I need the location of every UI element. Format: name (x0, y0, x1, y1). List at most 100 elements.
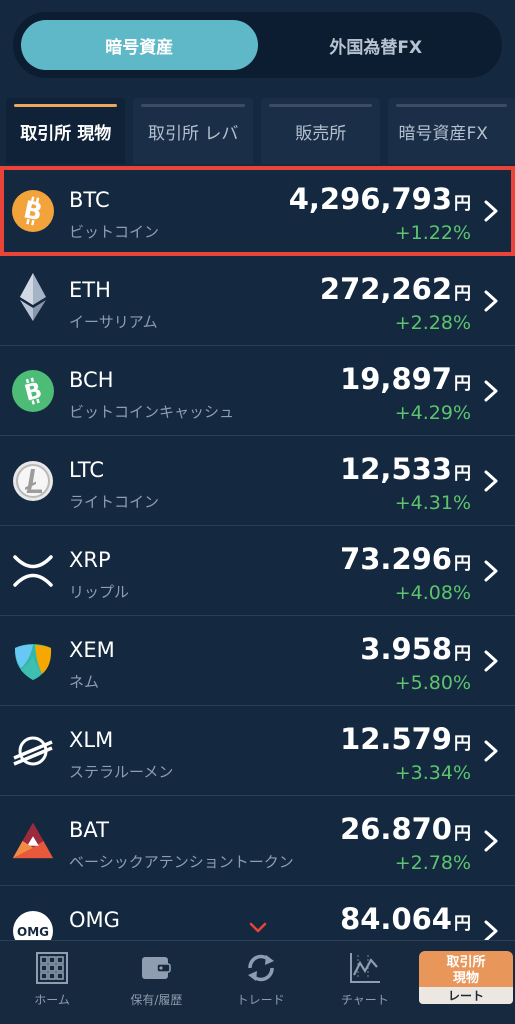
ethereum-icon (12, 273, 54, 322)
bitcoin-icon: B (12, 190, 54, 232)
price-change: +3.34% (394, 762, 471, 784)
coin-row-eth[interactable]: ETH イーサリアム 272,262 円 +2.28% (0, 256, 515, 346)
market-tabs: 取引所 現物 取引所 レバ 販売所 暗号資産FX (0, 98, 515, 164)
chart-icon (349, 953, 380, 983)
coin-row-xem[interactable]: XEM ネム 3.958 円 +5.80% (0, 616, 515, 706)
bottom-nav: ホーム 保有/履歴 トレード チャート 取引所 現物 レート (0, 940, 515, 1024)
nav-chart[interactable]: チャート (313, 941, 417, 1024)
coin-symbol: ETH (69, 278, 111, 302)
tab-label: 販売所 (295, 123, 347, 144)
currency-unit: 円 (454, 644, 471, 664)
price-change: +4.29% (394, 402, 471, 424)
scroll-down-icon[interactable] (248, 921, 268, 935)
nav-holdings-history[interactable]: 保有/履歴 (104, 941, 208, 1024)
coin-name: イーサリアム (69, 313, 158, 331)
coin-price: 84.064 円 (340, 902, 471, 936)
coin-name: ベーシックアテンショントークン (69, 853, 294, 871)
nav-label: ホーム (34, 993, 70, 1007)
coin-price: 3.958 円 (360, 632, 471, 666)
coin-price: 272,262 円 (320, 272, 471, 306)
currency-unit: 円 (454, 554, 471, 574)
price-value: 26.870 (340, 812, 452, 846)
coin-name: ネム (69, 673, 100, 691)
segment-crypto[interactable]: 暗号資産 (21, 20, 258, 70)
nav-rate-label: レート (419, 987, 513, 1004)
price-change: +2.78% (394, 852, 471, 874)
coin-symbol: XRP (69, 548, 111, 572)
price-value: 12,533 (340, 452, 452, 486)
coin-row-xrp[interactable]: XRP リップル 73.296 円 +4.08% (0, 526, 515, 616)
chevron-right-icon (484, 830, 498, 852)
tab-label: 取引所 レバ (148, 123, 239, 144)
coin-name: ビットコイン (69, 223, 160, 241)
coin-list: B BTC ビットコイン 4,296,793 円 +1.22% ETH イーサリア… (0, 166, 515, 976)
coin-price: 73.296 円 (340, 542, 471, 576)
coin-row-btc[interactable]: B BTC ビットコイン 4,296,793 円 +1.22% (0, 166, 515, 256)
coin-symbol: OMG (69, 908, 120, 932)
coin-symbol: XLM (69, 728, 114, 752)
price-value: 12.579 (340, 722, 452, 756)
wallet-icon (142, 957, 172, 979)
bitcoin-cash-icon: B (12, 370, 54, 412)
chevron-right-icon (484, 740, 498, 762)
nav-label: トレード (236, 993, 285, 1007)
coin-symbol: BAT (69, 818, 109, 842)
tab-label: 暗号資産FX (398, 123, 488, 144)
coin-row-bch[interactable]: B BCH ビットコインキャッシュ 19,897 円 +4.29% (0, 346, 515, 436)
nav-label: 保有/履歴 (130, 993, 183, 1007)
coin-row-xlm[interactable]: XLM ステラルーメン 12.579 円 +3.34% (0, 706, 515, 796)
coin-name: ビットコインキャッシュ (69, 403, 235, 421)
price-value: 4,296,793 (288, 182, 452, 216)
refresh-arrows-icon (247, 954, 274, 982)
coin-row-bat[interactable]: BAT ベーシックアテンショントークン 26.870 円 +2.78% (0, 796, 515, 886)
chevron-right-icon (484, 650, 498, 672)
chevron-right-icon (484, 200, 498, 222)
svg-text:OMG: OMG (17, 925, 49, 939)
tab-exchange-spot[interactable]: 取引所 現物 (6, 98, 126, 164)
tab-sales-office[interactable]: 販売所 (260, 98, 381, 164)
price-change: +4.08% (394, 582, 471, 604)
tab-indicator (396, 104, 507, 107)
nav-trade[interactable]: トレード (209, 941, 313, 1024)
chevron-right-icon (484, 560, 498, 582)
currency-unit: 円 (454, 284, 471, 304)
tab-crypto-fx[interactable]: 暗号資産FX (388, 98, 515, 164)
price-value: 73.296 (340, 542, 452, 576)
price-value: 3.958 (360, 632, 452, 666)
nav-active-label: 取引所 現物 (446, 955, 486, 986)
coin-symbol: BTC (69, 188, 110, 212)
grid-icon (36, 952, 69, 984)
tab-indicator (268, 104, 373, 107)
coin-price: 26.870 円 (340, 812, 471, 846)
tab-exchange-leverage[interactable]: 取引所 レバ (133, 98, 253, 164)
price-change: +1.22% (394, 222, 471, 244)
nav-exchange-spot-rate[interactable]: 取引所 現物 レート (419, 951, 513, 1004)
coin-symbol: BCH (69, 368, 114, 392)
tab-indicator (141, 104, 245, 107)
currency-unit: 円 (454, 374, 471, 394)
asset-type-segment: 暗号資産 外国為替FX (13, 12, 502, 78)
coin-price: 12,533 円 (340, 452, 471, 486)
price-change: +5.80% (394, 672, 471, 694)
currency-unit: 円 (454, 914, 471, 934)
nav-home[interactable]: ホーム (0, 941, 104, 1024)
coin-name: リップル (69, 583, 130, 601)
chevron-right-icon (484, 380, 498, 402)
coin-row-ltc[interactable]: LTC ライトコイン 12,533 円 +4.31% (0, 436, 515, 526)
tab-indicator (14, 104, 118, 107)
coin-price: 12.579 円 (340, 722, 471, 756)
ripple-icon (12, 550, 54, 592)
currency-unit: 円 (454, 734, 471, 754)
chevron-right-icon (484, 470, 498, 492)
nav-label: チャート (340, 993, 389, 1007)
price-change: +4.31% (394, 492, 471, 514)
coin-name: ステラルーメン (69, 763, 174, 781)
currency-unit: 円 (454, 194, 471, 214)
coin-price: 4,296,793 円 (289, 182, 471, 216)
tab-label: 取引所 現物 (20, 123, 112, 144)
currency-unit: 円 (454, 464, 471, 484)
bat-icon (12, 820, 54, 862)
segment-fx[interactable]: 外国為替FX (258, 20, 495, 70)
litecoin-icon (12, 460, 54, 502)
stellar-icon (12, 730, 54, 772)
